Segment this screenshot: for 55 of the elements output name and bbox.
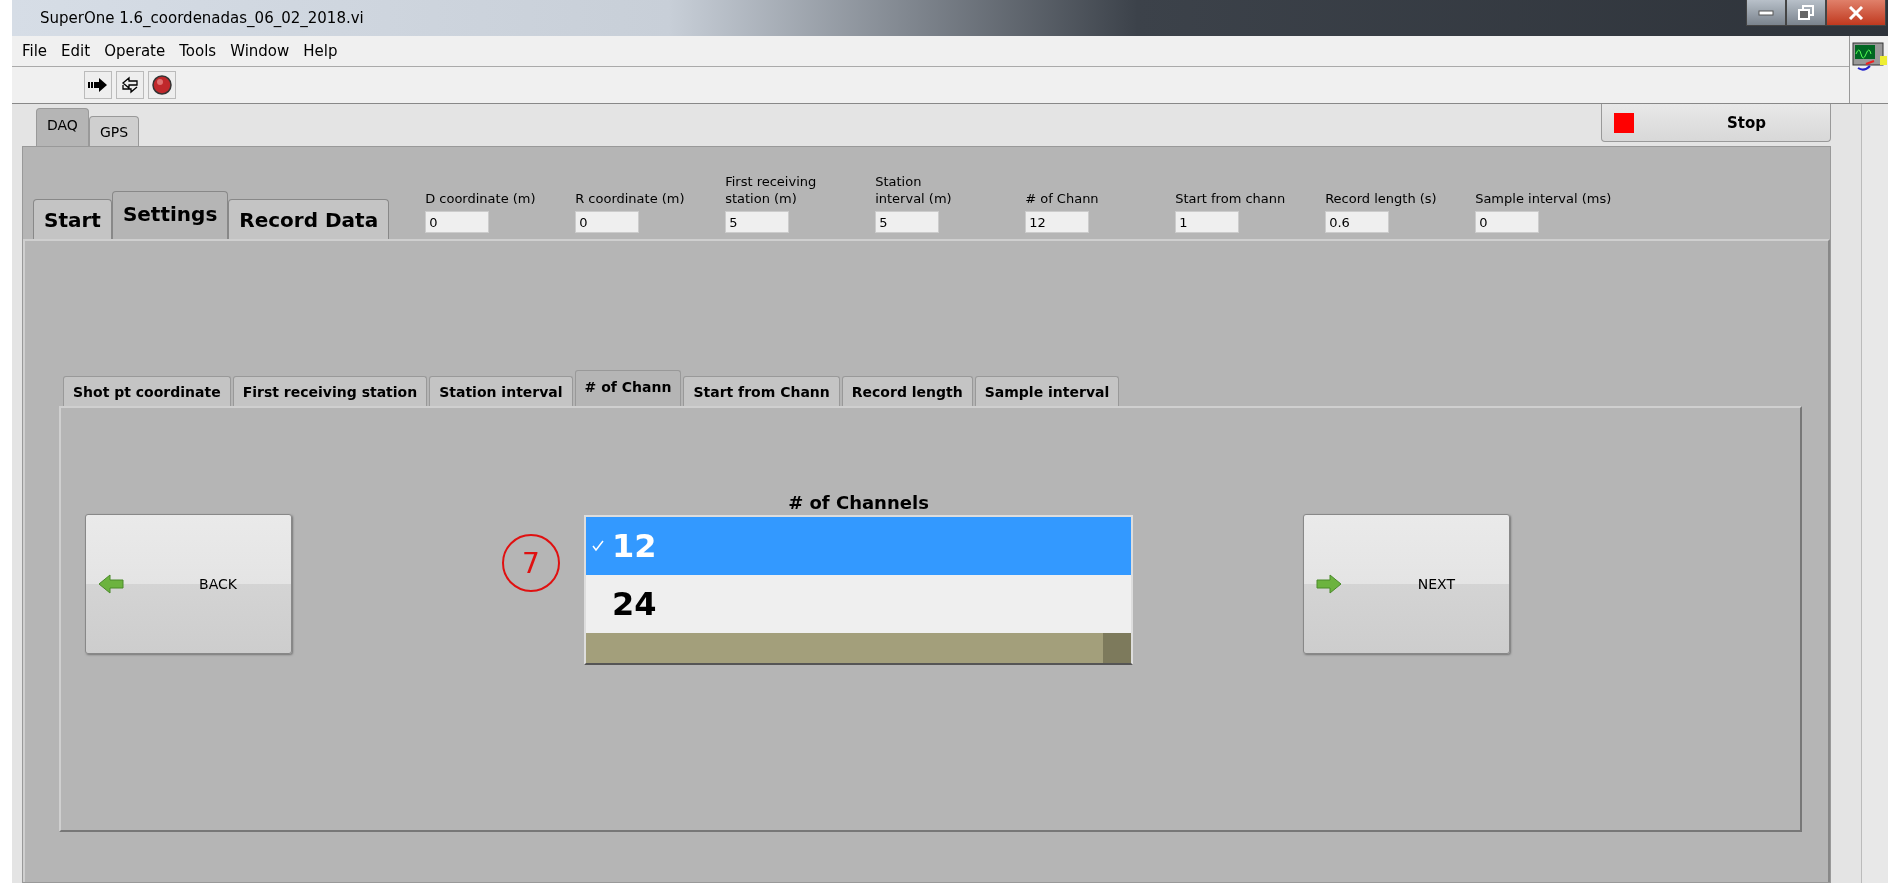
tab[interactable]: Record Data	[228, 199, 390, 239]
input-field[interactable]: 0	[425, 211, 490, 233]
next-button[interactable]: NEXT	[1303, 514, 1510, 654]
minimize-icon	[1758, 9, 1774, 16]
field-label: Station interval (m)	[875, 173, 953, 207]
stop-icon	[1614, 112, 1634, 133]
abort-icon[interactable]	[148, 71, 176, 99]
field-label: Sample interval (ms)	[1475, 190, 1613, 207]
menu-item[interactable]: Edit	[55, 42, 99, 60]
list-item[interactable]: 24	[586, 575, 1131, 633]
tab[interactable]: Record length	[841, 376, 973, 406]
tab[interactable]: Start	[33, 199, 112, 239]
input-field[interactable]: 5	[875, 211, 940, 233]
close-button[interactable]	[1826, 0, 1886, 26]
restore-button[interactable]	[1786, 0, 1826, 26]
menu-item[interactable]: Operate	[98, 42, 174, 60]
tab[interactable]: GPS	[88, 116, 140, 146]
field-label: First receiving station (m)	[725, 173, 818, 207]
right-arrow-icon	[1316, 574, 1342, 594]
back-button[interactable]: BACK	[85, 514, 292, 654]
field-label: R coordinate (m)	[575, 190, 686, 207]
tab[interactable]: # of Chann	[574, 370, 682, 406]
close-icon	[1848, 5, 1864, 20]
run-continuously-icon[interactable]	[116, 71, 144, 99]
tab[interactable]: First receiving station	[232, 376, 428, 406]
scrollbar[interactable]	[1861, 104, 1888, 883]
scrollbar[interactable]	[586, 633, 1131, 663]
field-label: # of Chann	[1025, 190, 1100, 207]
input-field[interactable]: 0	[1475, 211, 1540, 233]
menu-item[interactable]: Window	[224, 42, 298, 60]
tab[interactable]: Station interval	[429, 376, 573, 406]
tab[interactable]: Start from Chann	[683, 376, 840, 406]
field-label: Record length (s)	[1325, 190, 1438, 207]
annotation-circle: 7	[502, 534, 560, 592]
tab[interactable]: DAQ	[36, 108, 89, 146]
restore-icon	[1798, 4, 1814, 21]
checkmark-icon	[592, 540, 604, 552]
input-field[interactable]: 0	[575, 211, 640, 233]
input-field[interactable]: 0.6	[1325, 211, 1390, 233]
window-title: SuperOne 1.6_coordenadas_06_02_2018.vi	[40, 9, 364, 27]
menu-item[interactable]: Tools	[173, 42, 225, 60]
input-field[interactable]: 5	[725, 211, 790, 233]
menu-item[interactable]: File	[16, 42, 56, 60]
left-arrow-icon	[98, 574, 124, 594]
tab[interactable]: Sample interval	[974, 376, 1120, 406]
input-field[interactable]: 12	[1025, 211, 1090, 233]
field-label: Start from chann	[1175, 190, 1287, 207]
menu-item[interactable]: Help	[297, 42, 346, 60]
field-label: D coordinate (m)	[425, 190, 537, 207]
list-label: # of Channels	[788, 492, 929, 513]
minimize-button[interactable]	[1746, 0, 1786, 26]
stop-button[interactable]: Stop	[1601, 104, 1831, 142]
input-field[interactable]: 1	[1175, 211, 1240, 233]
tab[interactable]: Settings	[111, 191, 229, 239]
tab[interactable]: Shot pt coordinate	[63, 376, 231, 406]
